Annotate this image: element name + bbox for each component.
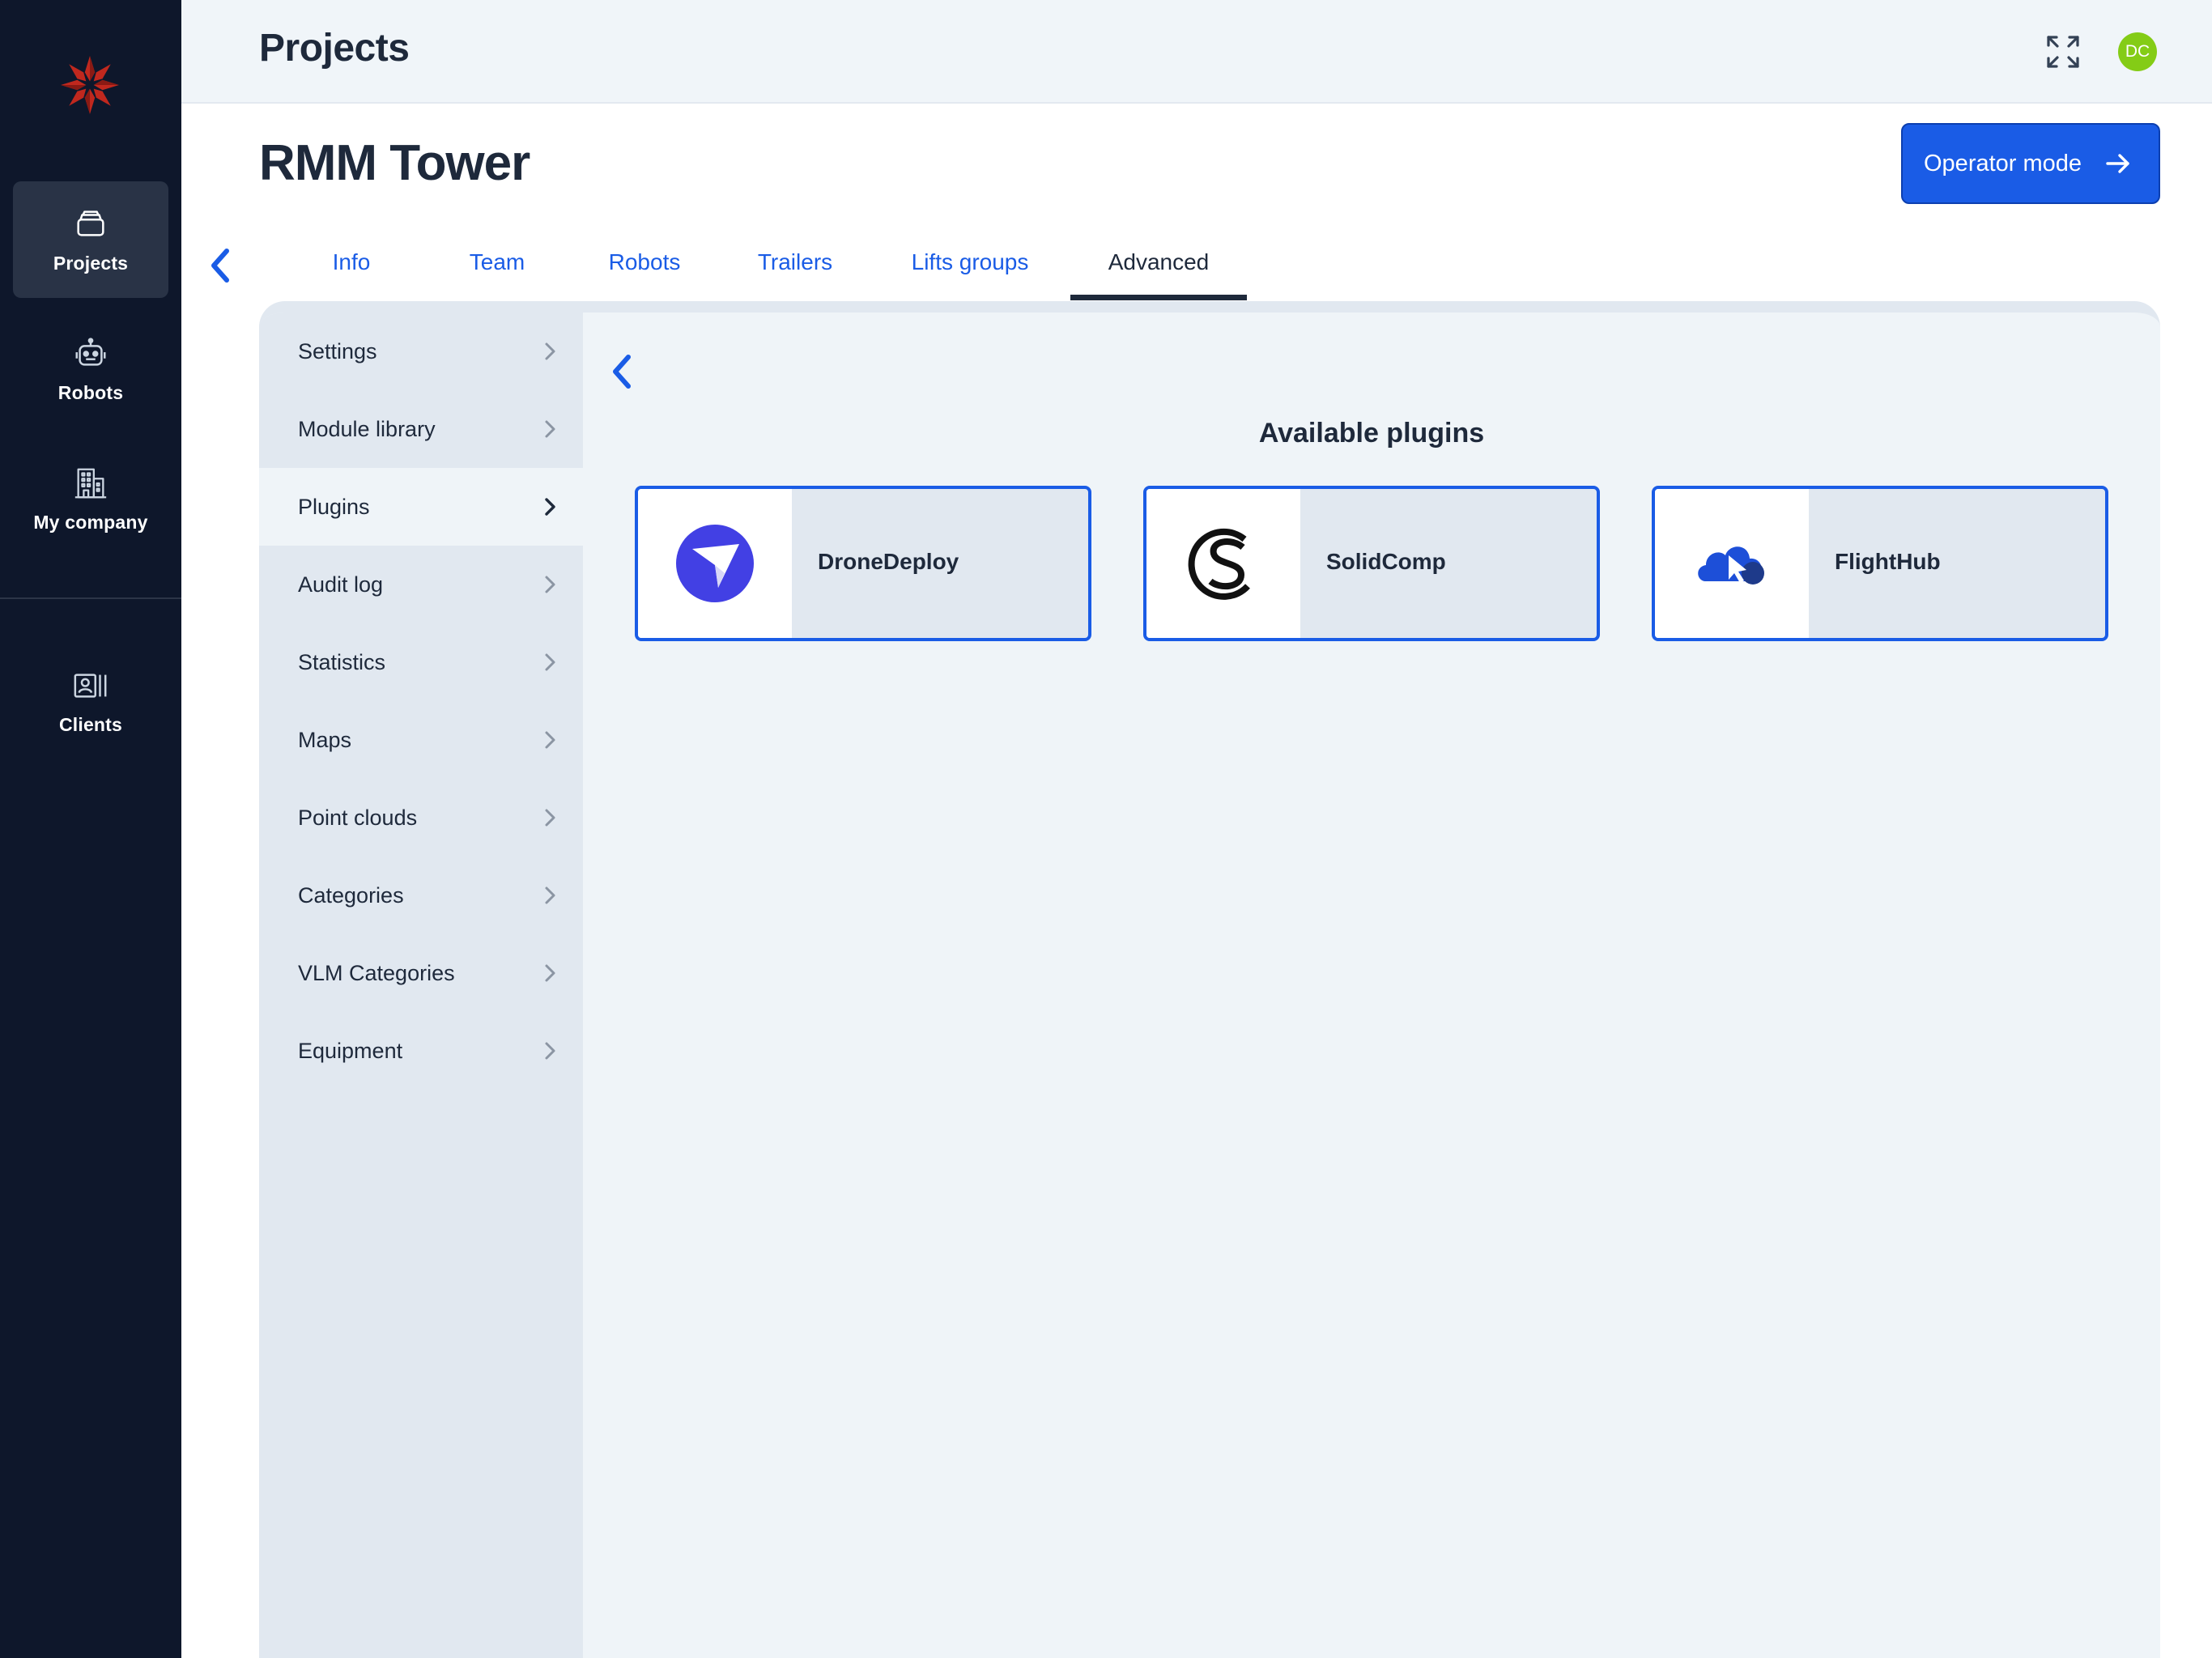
submenu-item-settings[interactable]: Settings (259, 312, 583, 390)
chevron-right-icon (545, 886, 555, 904)
chevron-right-icon (545, 1042, 555, 1060)
rail-label-clients: Clients (58, 713, 123, 735)
tab-lifts-groups[interactable]: Lifts groups (897, 241, 1043, 301)
plugin-name: SolidComp (1326, 549, 1446, 574)
chevron-right-icon (545, 342, 555, 360)
tab-team[interactable]: Team (447, 241, 547, 301)
submenu-label: Settings (298, 338, 377, 363)
chevron-right-icon (545, 731, 555, 749)
submenu-label: Categories (298, 882, 404, 908)
tab-trailers[interactable]: Trailers (743, 241, 847, 301)
building-icon (74, 468, 107, 498)
submenu-label: Maps (298, 727, 352, 752)
chevron-left-icon[interactable] (204, 243, 236, 288)
operator-mode-button[interactable]: Operator mode (1901, 123, 2160, 204)
tab-advanced[interactable]: Advanced (1070, 241, 1247, 301)
submenu-label: Statistics (298, 649, 386, 674)
expand-icon[interactable] (2044, 32, 2082, 71)
submenu-item-module-library[interactable]: Module library (259, 390, 583, 468)
submenu-label: Point clouds (298, 805, 418, 830)
tab-info[interactable]: Info (301, 241, 402, 301)
submenu-item-statistics[interactable]: Statistics (259, 623, 583, 701)
chevron-right-icon (545, 576, 555, 593)
submenu-item-maps[interactable]: Maps (259, 701, 583, 779)
submenu-label: Audit log (298, 572, 384, 597)
submenu-item-audit-log[interactable]: Audit log (259, 546, 583, 623)
plugins-heading: Available plugins (1258, 418, 1485, 449)
submenu-label: Plugins (298, 494, 370, 519)
arrow-right-icon (2106, 154, 2129, 173)
rail-label-projects: Projects (53, 252, 129, 274)
user-avatar[interactable]: DC (2118, 32, 2157, 71)
submenu-item-point-clouds[interactable]: Point clouds (259, 779, 583, 857)
rail-label-my-company: My company (33, 511, 148, 533)
rail-divider (0, 597, 181, 599)
snowflake-logo[interactable] (58, 53, 121, 117)
submenu-item-equipment[interactable]: Equipment (259, 1012, 583, 1090)
plugin-name: FlightHub (1835, 549, 1941, 574)
chevron-right-icon (545, 809, 555, 827)
rail-item-clients[interactable]: Clients (13, 643, 168, 759)
chevron-left-icon[interactable] (606, 350, 638, 393)
plugin-card-solidcomp[interactable]: SolidComp (1143, 486, 1600, 641)
rail-item-my-company[interactable]: My company (13, 440, 168, 557)
side-rail: Projects Robots My company Clients (0, 0, 181, 1658)
rail-item-projects[interactable]: Projects (13, 181, 168, 298)
rail-item-robots[interactable]: Robots (13, 311, 168, 427)
page-title: Projects (259, 27, 410, 70)
submenu-label: Module library (298, 416, 436, 441)
plugin-card-flighthub[interactable]: FlightHub (1652, 486, 2108, 641)
chevron-right-icon (545, 964, 555, 982)
dronedeploy-logo (676, 525, 754, 602)
submenu-label: VLM Categories (298, 960, 455, 985)
project-title: RMM Tower (259, 135, 530, 191)
chevron-right-icon (545, 498, 555, 516)
plugin-card-dronedeploy[interactable]: DroneDeploy (635, 486, 1091, 641)
top-bar: Projects DC (181, 0, 2212, 104)
solidcomp-logo (1188, 528, 1250, 600)
plugin-logo-cell (638, 489, 792, 638)
submenu-label: Equipment (298, 1038, 403, 1063)
flighthub-logo (1698, 546, 1764, 585)
plugin-name: DroneDeploy (818, 549, 959, 574)
plugin-logo-cell (1655, 489, 1809, 638)
advanced-panel: Settings Module library Plugins Audit lo… (259, 301, 2160, 1658)
contact-card-icon (74, 673, 107, 698)
chevron-right-icon (545, 653, 555, 671)
submenu-item-categories[interactable]: Categories (259, 857, 583, 934)
operator-mode-label: Operator mode (1924, 150, 2082, 176)
tab-robots[interactable]: Robots (596, 241, 693, 301)
robot-icon (75, 337, 106, 366)
chevron-right-icon (545, 420, 555, 438)
advanced-submenu: Settings Module library Plugins Audit lo… (259, 312, 583, 1658)
folder-stack-icon (77, 210, 104, 236)
submenu-item-vlm-categories[interactable]: VLM Categories (259, 934, 583, 1012)
submenu-item-plugins[interactable]: Plugins (259, 468, 583, 546)
active-tab-indicator (1070, 295, 1247, 300)
rail-label-robots: Robots (57, 381, 124, 403)
plugin-logo-cell (1146, 489, 1300, 638)
